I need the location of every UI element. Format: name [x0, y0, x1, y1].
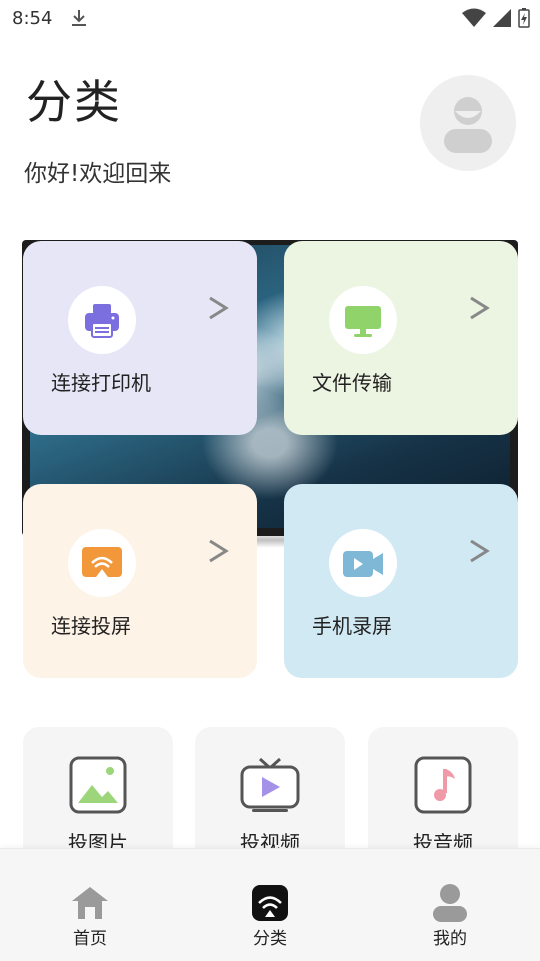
- card-cast-image[interactable]: 投图片: [23, 727, 173, 867]
- card-screen-record[interactable]: 手机录屏: [284, 484, 518, 678]
- nav-item-category[interactable]: 分类: [210, 849, 330, 961]
- nav-item-home[interactable]: 首页: [30, 849, 150, 961]
- chevron-right-icon: [468, 295, 490, 325]
- monitor-icon: [345, 306, 381, 337]
- card-file-transfer[interactable]: 文件传输: [284, 241, 518, 435]
- welcome-text: 你好!欢迎回来: [24, 161, 172, 187]
- bottom-nav: 首页 分类 我的: [0, 848, 540, 961]
- home-icon: [72, 887, 108, 919]
- category-icon: [252, 885, 288, 921]
- wifi-icon: [462, 8, 486, 27]
- screen-cast-icon: [82, 547, 122, 577]
- card-label: 文件传输: [312, 371, 392, 395]
- nav-label: 分类: [253, 929, 287, 949]
- nav-item-mine[interactable]: 我的: [390, 849, 510, 961]
- user-avatar-icon: [444, 97, 492, 153]
- video-icon-circle: [329, 529, 397, 597]
- card-cast-audio[interactable]: 投音频: [368, 727, 518, 867]
- page-title: 分类: [26, 75, 122, 129]
- image-icon: [69, 756, 127, 814]
- tv-play-icon: [240, 757, 300, 812]
- printer-icon-circle: [68, 286, 136, 354]
- card-connect-printer[interactable]: 连接打印机: [23, 241, 257, 435]
- nav-label: 首页: [73, 929, 107, 949]
- system-icons: [462, 8, 530, 28]
- card-connect-cast[interactable]: 连接投屏: [23, 484, 257, 678]
- chevron-right-icon: [207, 295, 229, 325]
- user-icon: [433, 884, 467, 922]
- monitor-icon-circle: [329, 286, 397, 354]
- music-note-icon: [414, 756, 472, 814]
- chevron-right-icon: [468, 538, 490, 568]
- cast-icon-circle: [68, 529, 136, 597]
- card-label: 连接打印机: [51, 371, 151, 395]
- status-bar: 8:54: [0, 0, 540, 36]
- card-cast-video[interactable]: 投视频: [195, 727, 345, 867]
- card-label: 手机录屏: [312, 614, 392, 638]
- printer-icon: [85, 304, 119, 338]
- avatar[interactable]: [420, 75, 516, 171]
- chevron-right-icon: [207, 538, 229, 568]
- video-camera-icon: [343, 551, 383, 577]
- battery-icon: [518, 8, 530, 28]
- card-label: 连接投屏: [51, 614, 131, 638]
- status-time: 8:54: [12, 8, 53, 29]
- nav-label: 我的: [433, 929, 467, 949]
- signal-icon: [493, 9, 511, 27]
- download-icon: [70, 8, 88, 32]
